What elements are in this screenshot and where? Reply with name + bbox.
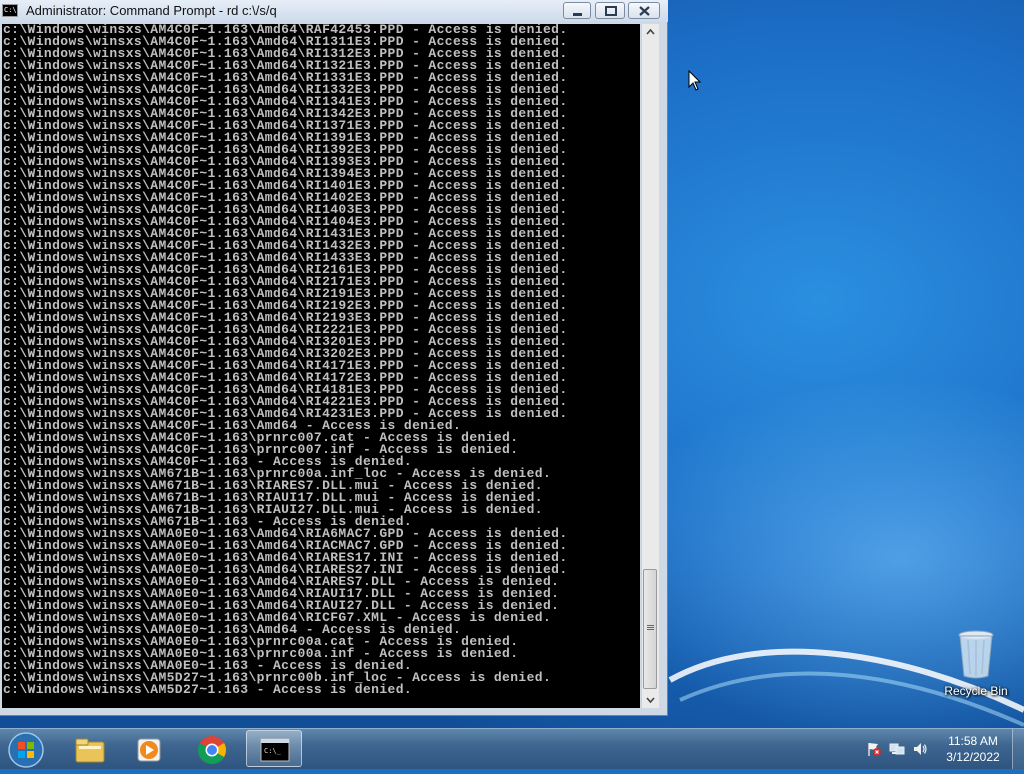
recycle-bin-icon xyxy=(956,628,996,680)
taskbar-item-media-player[interactable] xyxy=(122,730,178,767)
svg-text:C:\_: C:\_ xyxy=(264,747,282,755)
vertical-scrollbar[interactable] xyxy=(641,24,659,708)
desktop-icon-recycle-bin[interactable]: Recycle Bin xyxy=(940,628,1012,698)
scroll-thumb[interactable] xyxy=(643,569,657,689)
taskbar-item-chrome[interactable] xyxy=(184,730,240,767)
close-button[interactable] xyxy=(628,2,660,19)
system-tray: 11:58 AM 3/12/2022 xyxy=(862,729,1024,769)
network-icon[interactable] xyxy=(889,741,905,757)
show-desktop-button[interactable] xyxy=(1012,729,1024,769)
window-title: Administrator: Command Prompt - rd c:\/s… xyxy=(26,3,277,18)
start-button[interactable] xyxy=(6,731,46,769)
clock[interactable]: 11:58 AM 3/12/2022 xyxy=(940,733,1006,765)
mouse-cursor-icon xyxy=(688,70,702,91)
console-line: c:\Windows\winsxs\AM5D27~1.163 - Access … xyxy=(3,682,413,697)
cmd-app-icon[interactable]: C:\ xyxy=(2,4,18,17)
chevron-down-icon xyxy=(646,697,655,704)
chrome-icon xyxy=(198,736,226,764)
taskbar-item-command-prompt[interactable]: C:\_ xyxy=(246,730,302,767)
title-bar[interactable]: C:\ Administrator: Command Prompt - rd c… xyxy=(0,0,668,22)
recycle-bin-label: Recycle Bin xyxy=(944,684,1008,698)
chevron-up-icon xyxy=(646,28,655,35)
maximize-button[interactable] xyxy=(595,2,625,19)
scroll-down-button[interactable] xyxy=(642,691,659,708)
maximize-icon xyxy=(605,6,617,16)
console-output[interactable]: c:\Windows\winsxs\AM4C0F~1.163\Amd64\RAF… xyxy=(2,24,640,708)
clock-date: 3/12/2022 xyxy=(946,750,1000,764)
minimize-icon xyxy=(573,13,582,16)
volume-icon[interactable] xyxy=(912,741,928,757)
scroll-up-button[interactable] xyxy=(642,24,659,41)
windows-orb-icon xyxy=(8,732,44,768)
taskbar: C:\_ 11:58 AM 3/12/2022 xyxy=(0,728,1024,769)
folder-icon xyxy=(75,738,105,763)
command-prompt-window[interactable]: C:\ Administrator: Command Prompt - rd c… xyxy=(0,0,668,716)
cmd-icon: C:\_ xyxy=(260,738,290,762)
close-icon xyxy=(639,6,650,16)
action-center-flag-icon[interactable] xyxy=(866,741,882,757)
minimize-button[interactable] xyxy=(563,2,591,19)
media-player-icon xyxy=(137,738,161,762)
taskbar-item-explorer[interactable] xyxy=(62,730,118,767)
clock-time: 11:58 AM xyxy=(948,734,998,748)
